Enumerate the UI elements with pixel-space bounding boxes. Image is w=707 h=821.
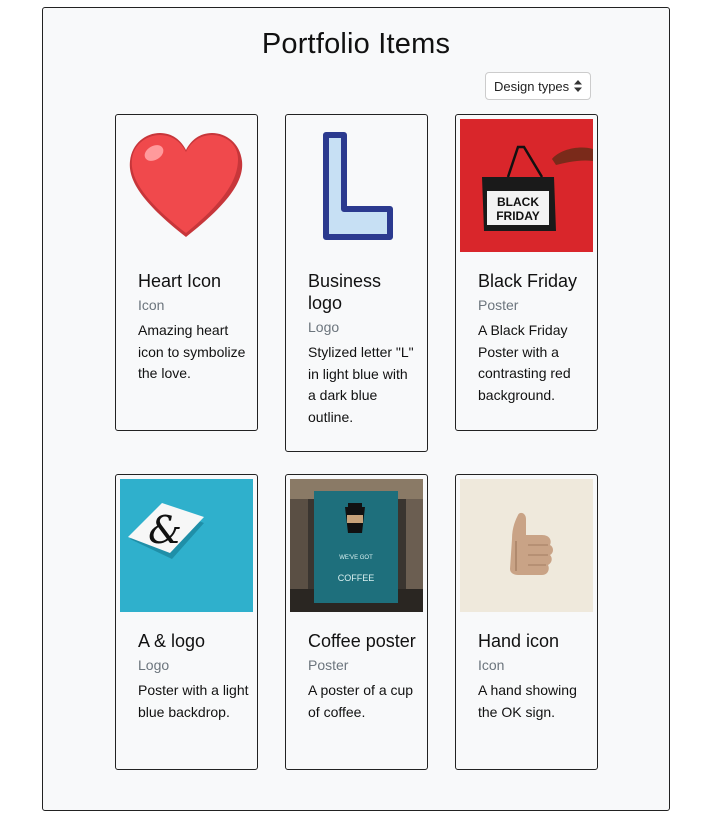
- design-types-label: Design types: [494, 78, 570, 94]
- sort-caret-icon: [574, 80, 582, 92]
- card-title: Business logo: [308, 271, 382, 313]
- card-description: A hand showing the OK sign.: [478, 682, 577, 720]
- design-types-select[interactable]: Design types: [485, 72, 591, 100]
- bag-text-line-1: BLACK: [497, 195, 539, 209]
- coffee-poster: WE'VE GOT COFFEE: [290, 479, 423, 612]
- card-title: Hand icon: [478, 631, 560, 651]
- heart-icon: [120, 119, 253, 252]
- card-description: Poster with a light blue backdrop.: [138, 682, 249, 720]
- card-category: Poster: [478, 297, 519, 313]
- card-description: Amazing heart icon to symbolize the love…: [138, 322, 246, 381]
- ampersand-glyph: &: [148, 508, 182, 552]
- portfolio-card[interactable]: WE'VE GOT COFFEE Coffee poster Poster A …: [285, 474, 428, 770]
- portfolio-card[interactable]: BLACK FRIDAY Black Friday Poster A Black…: [455, 114, 598, 431]
- ampersand-logo: &: [120, 479, 253, 612]
- card-description: A poster of a cup of coffee.: [308, 682, 414, 720]
- card-category: Logo: [308, 319, 340, 335]
- poster-text-large: COFFEE: [338, 573, 375, 583]
- card-description: A Black Friday Poster with a contrasting…: [478, 322, 571, 403]
- portfolio-card[interactable]: Hand icon Icon A hand showing the OK sig…: [455, 474, 598, 770]
- card-title: A & logo: [138, 631, 206, 651]
- card-title: Heart Icon: [138, 271, 222, 291]
- black-friday-bag: BLACK FRIDAY: [460, 119, 593, 252]
- portfolio-card[interactable]: Business logo Logo Stylized letter "L" i…: [285, 114, 428, 452]
- card-description: Stylized letter "L" in light blue with a…: [308, 344, 414, 425]
- card-title: Black Friday: [478, 271, 578, 291]
- portfolio-panel: Portfolio Items Design types Heart Icon …: [42, 7, 670, 811]
- card-category: Poster: [308, 657, 349, 673]
- card-category: Icon: [138, 297, 165, 313]
- card-title: Coffee poster: [308, 631, 416, 651]
- card-category: Icon: [478, 657, 505, 673]
- thumbs-up-hand: [460, 479, 593, 612]
- bag-text-line-2: FRIDAY: [496, 209, 540, 223]
- portfolio-card[interactable]: Heart Icon Icon Amazing heart icon to sy…: [115, 114, 258, 431]
- portfolio-card[interactable]: & A & logo Logo Poster with a light blue…: [115, 474, 258, 770]
- letter-l-logo: [290, 119, 423, 252]
- page-title: Portfolio Items: [261, 28, 451, 60]
- card-category: Logo: [138, 657, 170, 673]
- poster-text-small: WE'VE GOT: [339, 555, 373, 561]
